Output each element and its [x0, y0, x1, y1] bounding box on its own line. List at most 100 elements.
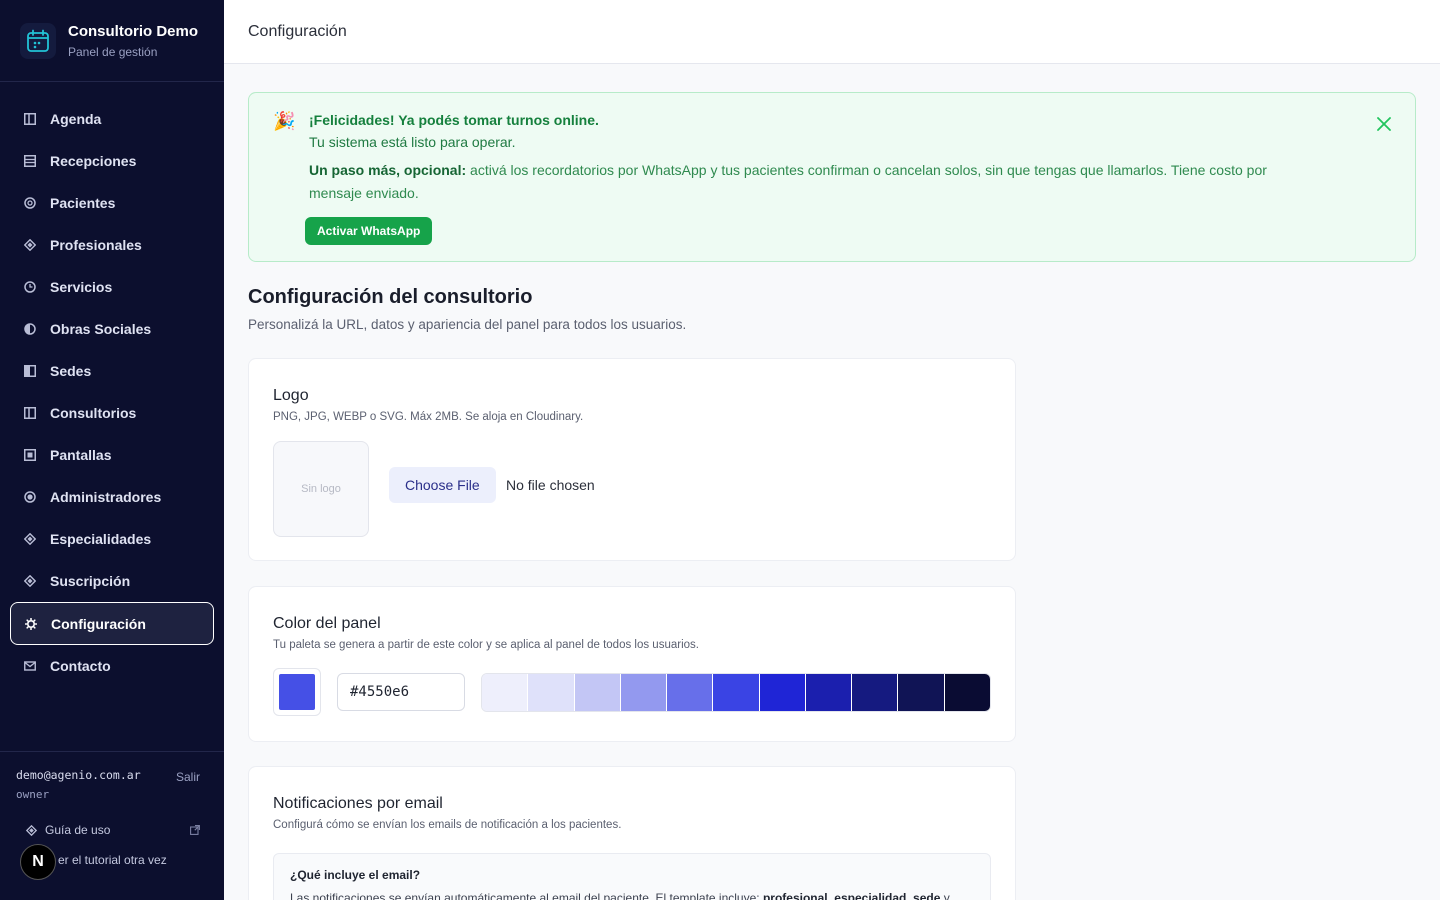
sidebar-item-label: Especialidades: [50, 531, 152, 547]
sidebar-item-pantallas[interactable]: Pantallas: [10, 434, 214, 476]
columns-icon: [24, 407, 36, 419]
diamond-icon: [24, 533, 36, 545]
palette-swatch-7: [805, 674, 853, 711]
screen-icon: [24, 449, 36, 461]
sidebar-item-suscripcion[interactable]: Suscripción: [10, 560, 214, 602]
sidebar-item-label: Pacientes: [50, 195, 116, 211]
calendar-icon: [20, 22, 56, 59]
sidebar-item-label: Suscripción: [50, 573, 131, 589]
logo-card-title: Logo: [273, 387, 309, 404]
sidebar-item-consultorios[interactable]: Consultorios: [10, 392, 214, 434]
palette-swatch-1: [528, 674, 575, 711]
sidebar: Consultorio Demo Panel de gestión Agenda…: [0, 0, 224, 900]
sidebar-item-label: Configuración: [51, 615, 146, 632]
email-card-description: Configurá cómo se envían los emails de n…: [273, 819, 622, 831]
sidebar-item-label: Pantallas: [50, 447, 112, 463]
brand-subtitle: Panel de gestión: [68, 45, 158, 59]
sidebar-item-sedes[interactable]: Sedes: [10, 350, 214, 392]
info-sep: ,: [906, 891, 914, 900]
color-palette: [481, 673, 991, 712]
sidebar-item-label: Profesionales: [50, 237, 142, 253]
sidebar-item-obras-sociales[interactable]: Obras Sociales: [10, 308, 214, 350]
dot-circle-icon: [24, 491, 36, 503]
sidebar-item-recepciones[interactable]: Recepciones: [10, 140, 214, 182]
info-suffix: y: [940, 891, 950, 900]
external-link-icon: [190, 825, 200, 835]
logo-card: Logo PNG, JPG, WEBP o SVG. Máx 2MB. Se a…: [248, 358, 1016, 561]
sidebar-nav: Agenda Recepciones Pacientes Profesional…: [10, 98, 214, 687]
half-circle-icon: [24, 323, 36, 335]
sidebar-item-label: Contacto: [50, 658, 111, 674]
palette-swatch-10: [944, 674, 990, 711]
banner-subtitle: Tu sistema está listo para operar.: [309, 134, 516, 150]
color-card: Color del panel Tu paleta se genera a pa…: [248, 586, 1016, 742]
info-bold-sede: sede: [913, 891, 941, 900]
sidebar-item-label: Administradores: [50, 489, 162, 505]
columns-icon: [24, 113, 36, 125]
banner-title: ¡Felicidades! Ya podés tomar turnos onli…: [309, 112, 599, 128]
sidebar-item-profesionales[interactable]: Profesionales: [10, 224, 214, 266]
close-icon[interactable]: [1375, 115, 1393, 133]
palette-swatch-9: [898, 674, 945, 711]
brand: Consultorio Demo Panel de gestión: [0, 0, 224, 82]
sidebar-item-especialidades[interactable]: Especialidades: [10, 518, 214, 560]
palette-swatch-3: [620, 674, 668, 711]
palette-swatch-4: [667, 674, 714, 711]
sidebar-item-servicios[interactable]: Servicios: [10, 266, 214, 308]
info-text-prefix: Las notificaciones se envían automáticam…: [290, 891, 763, 900]
sidebar-item-pacientes[interactable]: Pacientes: [10, 182, 214, 224]
party-icon: 🎉: [273, 111, 296, 131]
logo-preview: Sin logo: [273, 441, 369, 537]
choose-file-button[interactable]: Choose File: [389, 467, 496, 503]
email-card-title: Notificaciones por email: [273, 795, 443, 812]
palette-swatch-0: [482, 674, 529, 711]
list-icon: [24, 155, 36, 167]
brand-title: Consultorio Demo: [68, 23, 198, 40]
banner-optional-strong: Un paso más, opcional:: [309, 162, 467, 178]
sidebar-item-label: Consultorios: [50, 405, 137, 421]
logout-button[interactable]: Salir: [176, 770, 200, 801]
palette-swatch-8: [852, 674, 899, 711]
palette-swatch-5: [713, 674, 760, 711]
section-title: Configuración del consultorio: [248, 286, 533, 308]
page-header: Configuración: [224, 0, 1440, 64]
user-role: owner: [16, 788, 50, 801]
sidebar-item-label: Servicios: [50, 279, 113, 295]
hex-color-input[interactable]: [337, 673, 465, 711]
sidebar-item-label: Agenda: [50, 111, 102, 127]
sidebar-item-agenda[interactable]: Agenda: [10, 98, 214, 140]
half-square-icon: [24, 365, 36, 377]
color-card-description: Tu paleta se genera a partir de este col…: [273, 639, 699, 651]
section-subtitle: Personalizá la URL, datos y apariencia d…: [248, 317, 687, 332]
dev-badge[interactable]: N: [20, 844, 56, 880]
email-card: Notificaciones por email Configurá cómo …: [248, 766, 1016, 900]
diamond-icon: [24, 239, 36, 251]
logo-placeholder: Sin logo: [301, 483, 341, 495]
circle-icon: [24, 197, 36, 209]
sidebar-item-label: Recepciones: [50, 153, 137, 169]
mail-icon: [24, 660, 36, 672]
diamond-icon: [26, 824, 37, 836]
sidebar-item-contacto[interactable]: Contacto: [10, 645, 214, 687]
sidebar-item-label: Sedes: [50, 363, 92, 379]
palette-swatch-6: [759, 674, 806, 711]
email-info-text: Las notificaciones se envían automáticam…: [290, 891, 974, 900]
activate-whatsapp-button[interactable]: Activar WhatsApp: [305, 217, 433, 245]
logo-card-description: PNG, JPG, WEBP o SVG. Máx 2MB. Se aloja …: [273, 411, 584, 423]
color-picker[interactable]: [273, 668, 321, 716]
sidebar-item-administradores[interactable]: Administradores: [10, 476, 214, 518]
diamond-icon: [24, 575, 36, 587]
gear-icon: [25, 617, 37, 630]
email-info-box: ¿Qué incluye el email? Las notificacione…: [273, 853, 991, 900]
clock-icon: [24, 281, 36, 293]
email-info-title: ¿Qué incluye el email?: [290, 868, 421, 882]
guide-link[interactable]: Guía de uso: [16, 823, 208, 837]
palette-swatch-2: [574, 674, 621, 711]
color-swatch: [279, 674, 315, 710]
info-bold-profesional: profesional: [762, 891, 828, 900]
sidebar-item-configuracion[interactable]: Configuración: [10, 602, 214, 645]
color-card-title: Color del panel: [273, 615, 381, 632]
page-title: Configuración: [248, 22, 347, 40]
info-bold-especialidad: especialidad: [834, 891, 907, 900]
success-banner: 🎉 ¡Felicidades! Ya podés tomar turnos on…: [248, 92, 1416, 262]
